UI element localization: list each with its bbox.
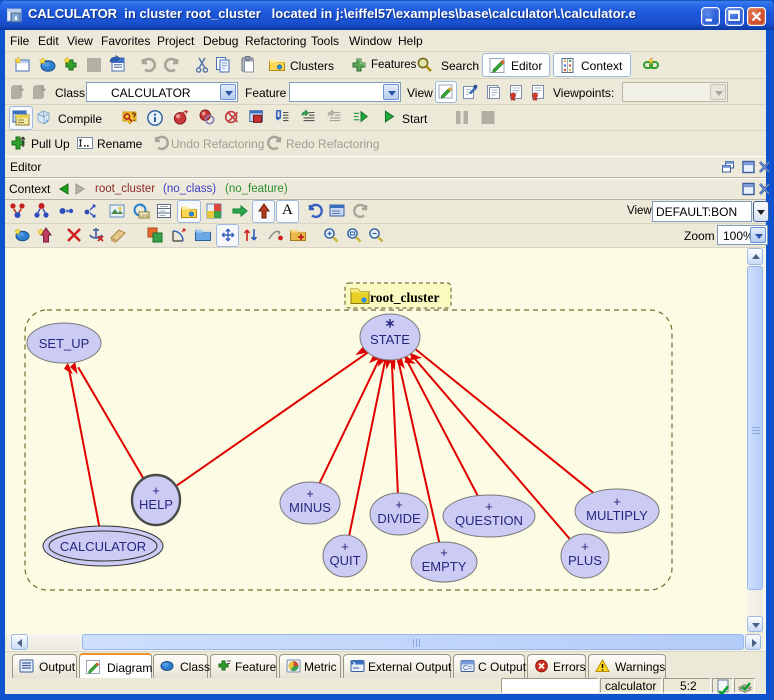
svg-text:+: + (485, 499, 493, 514)
svg-text:EMPTY: EMPTY (422, 559, 467, 574)
svg-text:QUIT: QUIT (329, 553, 360, 568)
svg-text:+: + (306, 486, 314, 501)
svg-text:SET_UP: SET_UP (39, 336, 90, 351)
svg-text:C=: C= (463, 665, 472, 672)
svg-text:MULTIPLY: MULTIPLY (586, 508, 648, 523)
svg-text:+: + (613, 494, 621, 509)
svg-text:HELP: HELP (139, 497, 173, 512)
svg-text:+: + (440, 545, 448, 560)
svg-text:STATE: STATE (370, 332, 410, 347)
svg-text:+: + (341, 539, 349, 554)
svg-text:+: + (395, 497, 403, 512)
svg-text:UML: UML (140, 213, 150, 218)
svg-text:QUESTION: QUESTION (455, 513, 523, 528)
svg-text:+: + (152, 483, 160, 498)
svg-text:root_cluster: root_cluster (370, 290, 439, 305)
svg-text:CALCULATOR: CALCULATOR (60, 539, 146, 554)
svg-text:DIVIDE: DIVIDE (377, 511, 421, 526)
svg-text:+: + (581, 539, 589, 554)
svg-text:PLUS: PLUS (568, 553, 602, 568)
svg-text:MINUS: MINUS (289, 500, 331, 515)
